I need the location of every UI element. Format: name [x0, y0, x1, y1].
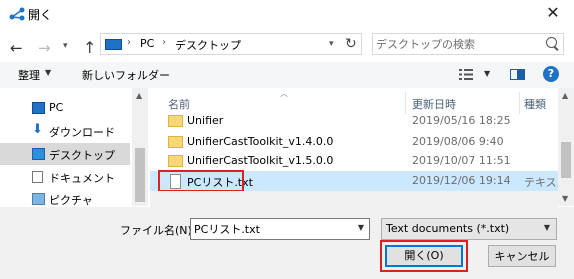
back-arrow-icon[interactable]: ←: [10, 39, 23, 57]
scroll-down-icon[interactable]: ▼: [562, 194, 568, 203]
search-input[interactable]: [376, 36, 536, 52]
scroll-up-icon[interactable]: ▲: [136, 91, 142, 100]
breadcrumb-separator-icon[interactable]: ›: [162, 37, 166, 48]
folder-icon: [168, 136, 183, 148]
scrollbar-thumb[interactable]: [561, 142, 571, 178]
highlight-box-file: [158, 170, 244, 192]
filename-chevron-down-icon[interactable]: ▼: [358, 223, 364, 232]
navigation-scrollbar[interactable]: ▲: [132, 88, 148, 206]
filename-label: ファイル名(N):: [120, 224, 196, 237]
refresh-icon[interactable]: ↻: [345, 36, 357, 52]
breadcrumb-separator-icon[interactable]: ›: [237, 37, 241, 48]
title-bar: [0, 0, 574, 28]
filename-input[interactable]: [194, 221, 344, 237]
cancel-button[interactable]: キャンセル: [488, 245, 556, 267]
column-header-date[interactable]: 更新日時: [412, 96, 456, 112]
sidebar-item-label: ピクチャ: [49, 194, 93, 207]
file-date: 2019/12/06 19:14: [412, 174, 511, 187]
picture-icon: [32, 193, 45, 205]
view-options-chevron-icon[interactable]: ▼: [484, 69, 490, 78]
file-date: 2019/08/06 9:40: [412, 135, 504, 148]
file-row[interactable]: Unifier 2019/05/16 18:25: [150, 111, 558, 132]
column-header-name[interactable]: 名前: [168, 96, 190, 112]
up-arrow-icon[interactable]: ↑: [83, 38, 96, 57]
recent-locations-chevron-icon[interactable]: ▾: [63, 41, 68, 51]
organize-button[interactable]: 整理: [18, 67, 40, 83]
pc-icon: [105, 39, 122, 50]
file-row[interactable]: UnifierCastToolkit_v1.5.0.0 2019/10/07 1…: [150, 151, 558, 172]
sort-ascending-icon: ︿: [280, 89, 288, 98]
app-icon: [9, 7, 25, 21]
navigation-pane: PC ⬇ ダウンロード デスクトップ ドキュメント ピクチャ: [0, 88, 150, 207]
folder-icon: [168, 155, 183, 167]
breadcrumb-pc[interactable]: PC: [140, 37, 154, 50]
file-date: 2019/05/16 18:25: [412, 114, 511, 127]
filetype-value: Text documents (*.txt): [386, 222, 510, 235]
desktop-icon: [32, 148, 45, 160]
column-header-type[interactable]: 種類: [524, 96, 546, 112]
forward-arrow-icon[interactable]: →: [38, 39, 51, 57]
pc-icon: [32, 102, 45, 114]
file-row[interactable]: UnifierCastToolkit_v1.4.0.0 2019/08/06 9…: [150, 132, 558, 153]
sidebar-item-label: PC: [49, 101, 64, 114]
help-icon[interactable]: ?: [543, 66, 559, 82]
search-icon[interactable]: [546, 37, 557, 48]
sidebar-item-documents[interactable]: ドキュメント: [0, 166, 130, 188]
filetype-select[interactable]: Text documents (*.txt) ▼: [381, 218, 557, 240]
horizontal-scrollbar[interactable]: [150, 191, 558, 207]
filetype-chevron-down-icon[interactable]: ▼: [544, 223, 550, 232]
view-options-icon[interactable]: [459, 69, 473, 80]
file-date: 2019/10/07 11:51: [412, 154, 511, 167]
preview-pane-icon[interactable]: [510, 69, 525, 80]
scrollbar-thumb[interactable]: [135, 148, 145, 202]
close-icon[interactable]: ✕: [540, 2, 566, 24]
address-bar[interactable]: › PC › デスクトップ ›: [100, 33, 362, 55]
file-name: UnifierCastToolkit_v1.5.0.0: [187, 154, 334, 167]
scroll-up-icon[interactable]: ▲: [562, 91, 568, 100]
file-name: Unifier: [187, 114, 224, 127]
sidebar-item-desktop[interactable]: デスクトップ: [0, 143, 130, 165]
organize-chevron-icon[interactable]: ▼: [45, 68, 51, 77]
sidebar-item-pc[interactable]: PC: [0, 97, 130, 119]
sidebar-item-downloads[interactable]: ⬇ ダウンロード: [0, 120, 130, 142]
breadcrumb-desktop[interactable]: デスクトップ: [175, 37, 241, 53]
breadcrumb-separator-icon[interactable]: ›: [127, 37, 131, 48]
file-name: UnifierCastToolkit_v1.4.0.0: [187, 135, 334, 148]
filename-field[interactable]: ▼: [190, 218, 370, 240]
new-folder-button[interactable]: 新しいフォルダー: [82, 67, 170, 83]
search-box[interactable]: [372, 33, 564, 55]
address-dropdown-chevron-icon[interactable]: ▾: [329, 39, 334, 49]
folder-icon: [168, 115, 183, 127]
file-list-scrollbar[interactable]: ▲ ▼: [558, 88, 574, 206]
window-title: 開く: [28, 8, 53, 22]
open-button[interactable]: 開く(O): [385, 245, 463, 267]
sidebar-item-label: ドキュメント: [49, 172, 115, 185]
document-icon: [32, 171, 43, 183]
sidebar-item-label: デスクトップ: [49, 149, 115, 162]
sidebar-item-label: ダウンロード: [49, 126, 115, 139]
download-icon: ⬇: [32, 122, 43, 137]
